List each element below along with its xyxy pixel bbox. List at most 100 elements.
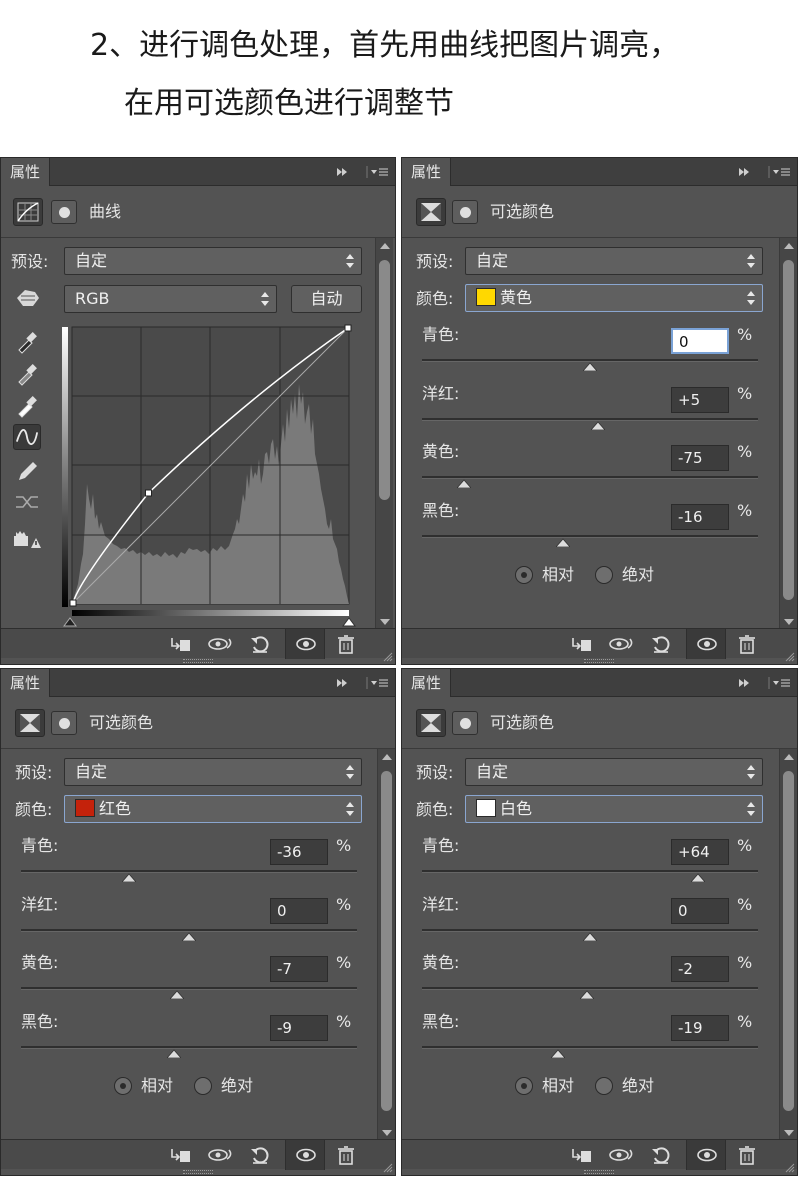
preset-select[interactable]: 自定 — [64, 247, 362, 275]
absolute-radio[interactable] — [194, 1077, 212, 1095]
visibility-eye-icon[interactable] — [696, 1145, 718, 1165]
scroll-thumb[interactable] — [783, 260, 794, 600]
scroll-up-icon[interactable] — [784, 753, 794, 761]
clip-to-layer-icon[interactable] — [169, 634, 191, 654]
auto-button[interactable]: 自动 — [291, 285, 362, 313]
layer-mask-icon[interactable] — [452, 200, 478, 224]
percent-input[interactable]: 0 — [671, 898, 729, 924]
panel-menu-icon[interactable] — [365, 165, 389, 179]
curve-control-point[interactable] — [144, 489, 152, 497]
preset-select[interactable]: 自定 — [465, 247, 763, 275]
percent-input[interactable]: -16 — [671, 504, 729, 530]
clip-to-layer-icon[interactable] — [169, 1145, 191, 1165]
resize-grip[interactable] — [584, 659, 614, 663]
percent-input[interactable]: -36 — [270, 839, 328, 865]
pencil-draw-icon[interactable] — [13, 458, 41, 484]
scroll-down-icon[interactable] — [382, 1129, 392, 1137]
selective-color-adjustment-icon[interactable] — [416, 709, 446, 737]
black-input-slider[interactable] — [63, 617, 77, 627]
curve-control-point[interactable] — [344, 324, 352, 332]
resize-corner-icon[interactable] — [383, 652, 393, 662]
percent-input[interactable]: -9 — [270, 1015, 328, 1041]
percent-input[interactable]: 0 — [270, 898, 328, 924]
vertical-scrollbar[interactable] — [779, 238, 797, 630]
scroll-thumb[interactable] — [379, 260, 390, 500]
percent-input[interactable]: -19 — [671, 1015, 729, 1041]
slider-thumb[interactable] — [583, 362, 597, 371]
slider-thumb[interactable] — [551, 1049, 566, 1058]
expand-arrows-icon[interactable] — [737, 676, 751, 690]
slider-thumb[interactable] — [690, 873, 705, 882]
preset-select[interactable]: 自定 — [465, 758, 763, 786]
view-previous-icon[interactable] — [207, 1145, 235, 1165]
relative-radio[interactable] — [114, 1077, 132, 1095]
curves-graph[interactable] — [61, 324, 356, 629]
layer-mask-icon[interactable] — [51, 200, 77, 224]
visibility-eye-icon[interactable] — [295, 634, 317, 654]
vertical-scrollbar[interactable] — [377, 749, 395, 1141]
white-point-eyedropper-icon[interactable] — [13, 392, 41, 418]
percent-input[interactable]: -7 — [270, 956, 328, 982]
expand-arrows-icon[interactable] — [335, 676, 349, 690]
scroll-down-icon[interactable] — [784, 618, 794, 626]
slider-track[interactable] — [422, 418, 758, 421]
slider-thumb[interactable] — [579, 990, 594, 999]
scroll-up-icon[interactable] — [784, 242, 794, 250]
slider-thumb[interactable] — [121, 873, 136, 882]
relative-radio[interactable] — [515, 1077, 533, 1095]
resize-grip[interactable] — [183, 1170, 213, 1174]
view-previous-icon[interactable] — [207, 634, 235, 654]
clip-to-layer-icon[interactable] — [570, 1145, 592, 1165]
curves-adjustment-icon[interactable] — [13, 198, 43, 226]
scroll-up-icon[interactable] — [380, 242, 390, 250]
selective-color-adjustment-icon[interactable] — [15, 709, 45, 737]
vertical-scrollbar[interactable] — [375, 238, 393, 630]
slider-thumb[interactable] — [591, 421, 606, 430]
panel-menu-icon[interactable] — [365, 676, 389, 690]
view-previous-icon[interactable] — [608, 634, 636, 654]
slider-thumb[interactable] — [457, 479, 471, 488]
vertical-scrollbar[interactable] — [779, 749, 797, 1141]
resize-corner-icon[interactable] — [785, 652, 795, 662]
black-point-eyedropper-icon[interactable] — [13, 328, 41, 354]
slider-track[interactable] — [422, 1046, 758, 1049]
panel-menu-icon[interactable] — [767, 165, 791, 179]
reset-icon[interactable] — [650, 1145, 672, 1165]
reset-icon[interactable] — [650, 634, 672, 654]
white-input-slider[interactable] — [342, 617, 356, 627]
layer-mask-icon[interactable] — [51, 711, 77, 735]
slider-track[interactable] — [422, 535, 758, 538]
resize-grip[interactable] — [584, 1170, 614, 1174]
trash-icon[interactable] — [335, 1145, 357, 1165]
scroll-down-icon[interactable] — [380, 618, 390, 626]
slider-track[interactable] — [21, 870, 357, 873]
slider-track[interactable] — [422, 870, 758, 873]
gray-point-eyedropper-icon[interactable] — [13, 360, 41, 386]
reset-icon[interactable] — [249, 1145, 271, 1165]
layer-mask-icon[interactable] — [452, 711, 478, 735]
slider-thumb[interactable] — [170, 990, 185, 999]
slider-track[interactable] — [21, 1046, 357, 1049]
preset-select[interactable]: 自定 — [64, 758, 362, 786]
slider-track[interactable] — [422, 476, 758, 479]
trash-icon[interactable] — [335, 634, 357, 654]
resize-corner-icon[interactable] — [785, 1163, 795, 1173]
percent-input[interactable]: -2 — [671, 956, 729, 982]
smooth-icon[interactable] — [13, 489, 41, 515]
color-select[interactable]: 黄色 — [465, 284, 763, 312]
scroll-down-icon[interactable] — [784, 1129, 794, 1137]
resize-corner-icon[interactable] — [383, 1163, 393, 1173]
clip-to-layer-icon[interactable] — [570, 634, 592, 654]
slider-thumb[interactable] — [166, 1049, 181, 1058]
percent-input[interactable]: +5 — [671, 387, 729, 413]
expand-arrows-icon[interactable] — [737, 165, 751, 179]
relative-radio[interactable] — [515, 566, 533, 584]
absolute-radio[interactable] — [595, 566, 613, 584]
tab-properties[interactable]: 属性 — [1, 158, 51, 186]
slider-thumb[interactable] — [556, 538, 571, 547]
curve-control-point[interactable] — [69, 599, 77, 607]
color-select[interactable]: 红色 — [64, 795, 362, 823]
clipping-warning-icon[interactable] — [13, 526, 41, 552]
visibility-eye-icon[interactable] — [696, 634, 718, 654]
selective-color-adjustment-icon[interactable] — [416, 198, 446, 226]
